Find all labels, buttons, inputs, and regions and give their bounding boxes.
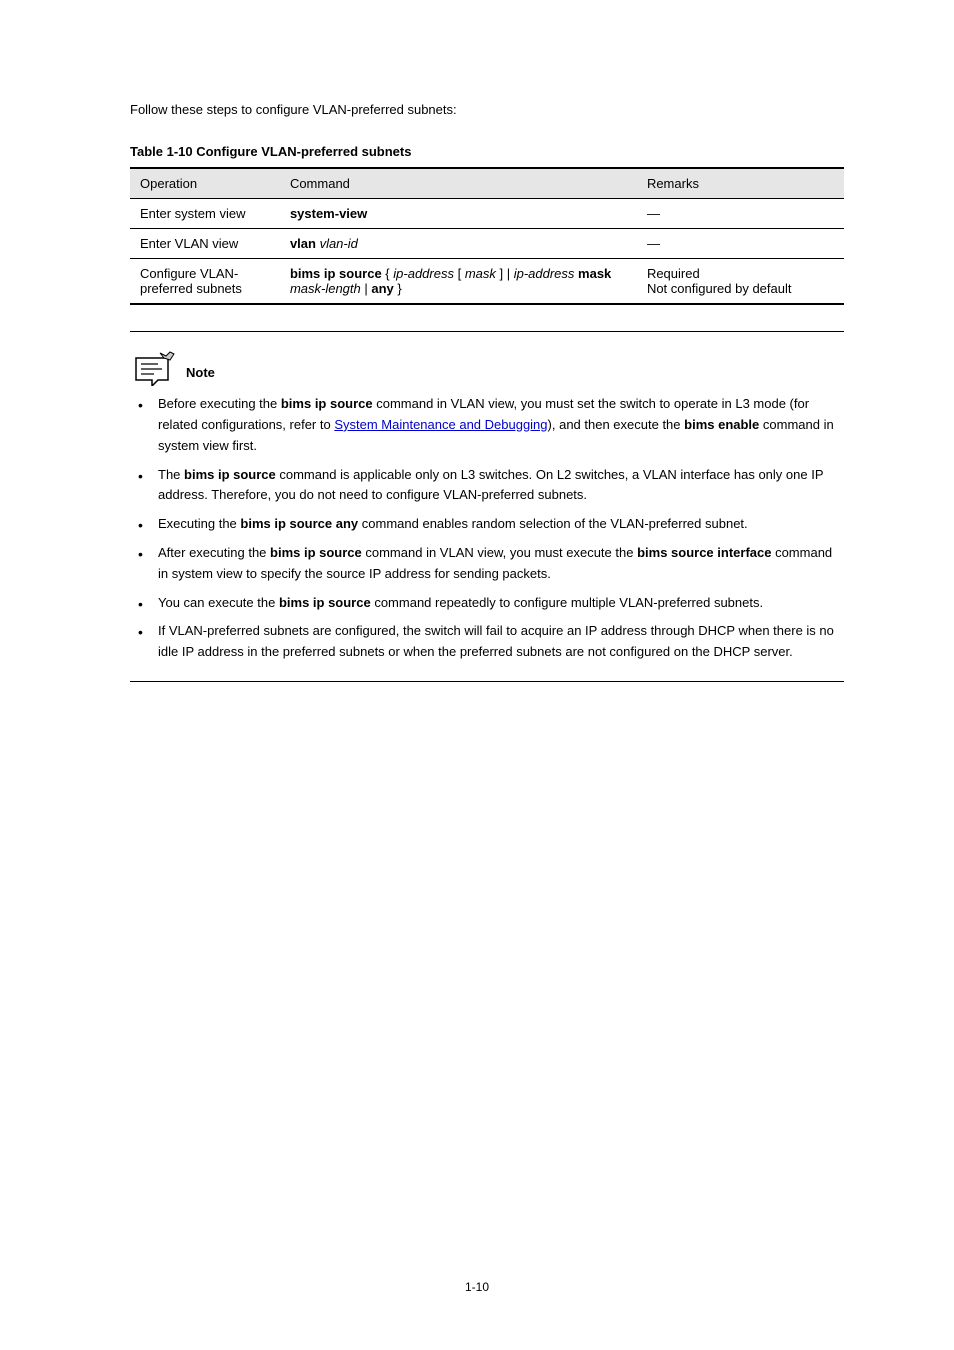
- cell-operation: Enter VLAN view: [130, 229, 280, 259]
- note-header: Note: [130, 350, 844, 386]
- cell-command: bims ip source { ip-address [ mask ] | i…: [280, 259, 637, 305]
- list-item: If VLAN-preferred subnets are configured…: [136, 621, 844, 663]
- note-icon: [130, 350, 178, 386]
- note-label: Note: [186, 365, 215, 386]
- list-item: After executing the bims ip source comma…: [136, 543, 844, 585]
- note-list: Before executing the bims ip source comm…: [130, 394, 844, 663]
- cell-operation: Configure VLAN-preferred subnets: [130, 259, 280, 305]
- cell-remarks: —: [637, 229, 844, 259]
- link-system-maintenance[interactable]: System Maintenance and Debugging: [334, 417, 547, 432]
- cell-remarks: Required Not configured by default: [637, 259, 844, 305]
- list-item: You can execute the bims ip source comma…: [136, 593, 844, 614]
- table-header-row: Operation Command Remarks: [130, 168, 844, 199]
- config-table: Operation Command Remarks Enter system v…: [130, 167, 844, 305]
- cell-command: vlan vlan-id: [280, 229, 637, 259]
- cell-operation: Enter system view: [130, 199, 280, 229]
- table-caption: Table 1-10 Configure VLAN-preferred subn…: [130, 144, 844, 159]
- list-item: Executing the bims ip source any command…: [136, 514, 844, 535]
- page-number: 1-10: [0, 1280, 954, 1294]
- cell-command: system-view: [280, 199, 637, 229]
- table-row: Configure VLAN-preferred subnets bims ip…: [130, 259, 844, 305]
- list-item: The bims ip source command is applicable…: [136, 465, 844, 507]
- col-operation: Operation: [130, 168, 280, 199]
- table-row: Enter system view system-view —: [130, 199, 844, 229]
- note-divider-bottom: [130, 681, 844, 682]
- intro-text: Follow these steps to configure VLAN-pre…: [130, 100, 844, 120]
- table-row: Enter VLAN view vlan vlan-id —: [130, 229, 844, 259]
- note-divider-top: [130, 331, 844, 332]
- col-command: Command: [280, 168, 637, 199]
- cell-remarks: —: [637, 199, 844, 229]
- list-item: Before executing the bims ip source comm…: [136, 394, 844, 456]
- col-remarks: Remarks: [637, 168, 844, 199]
